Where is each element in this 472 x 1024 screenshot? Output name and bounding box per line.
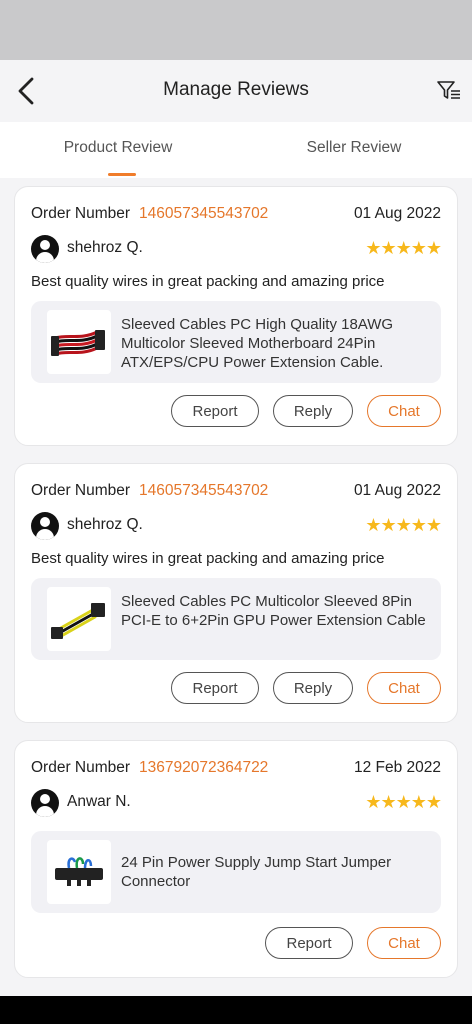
filter-list-icon <box>437 81 460 99</box>
avatar-icon <box>31 789 59 817</box>
system-navigation-bar <box>0 996 472 1024</box>
review-card: Order Number 136792072364722 12 Feb 2022… <box>14 740 458 978</box>
status-bar <box>0 0 472 60</box>
product-title: Sleeved Cables PC Multicolor Sleeved 8Pi… <box>121 593 426 629</box>
report-button[interactable]: Report <box>171 395 259 427</box>
product-box[interactable]: 24 Pin Power Supply Jump Start Jumper Co… <box>31 831 441 913</box>
report-button[interactable]: Report <box>265 927 353 959</box>
star-rating-icon: ★★★★★ <box>365 792 442 812</box>
product-box[interactable]: Sleeved Cables PC Multicolor Sleeved 8Pi… <box>31 578 441 660</box>
order-number-label: Order Number <box>31 205 131 222</box>
order-number-label: Order Number <box>31 759 131 776</box>
tab-seller-review[interactable]: Seller Review <box>236 122 472 178</box>
reply-button[interactable]: Reply <box>273 672 353 704</box>
review-list: Order Number 146057345543702 01 Aug 2022… <box>0 178 472 996</box>
reviewer-name: shehroz Q. <box>67 239 143 256</box>
reviewer-row: Anwar N. ★★★★★ <box>31 787 442 819</box>
action-buttons: Report Reply Chat <box>171 395 441 427</box>
product-title: 24 Pin Power Supply Jump Start Jumper Co… <box>121 854 392 890</box>
product-image <box>47 310 111 374</box>
review-date: 12 Feb 2022 <box>353 759 441 776</box>
chat-button[interactable]: Chat <box>367 395 441 427</box>
action-buttons: Report Reply Chat <box>171 672 441 704</box>
order-number-link[interactable]: 146057345543702 <box>139 205 268 223</box>
order-row: Order Number 146057345543702 01 Aug 2022 <box>31 482 441 504</box>
filter-button[interactable] <box>434 76 464 106</box>
order-number-label: Order Number <box>31 482 131 499</box>
order-row: Order Number 146057345543702 01 Aug 2022 <box>31 205 441 227</box>
product-image <box>47 587 111 651</box>
product-title: Sleeved Cables PC High Quality 18AWG Mul… <box>121 316 394 371</box>
avatar-icon <box>31 235 59 263</box>
reply-button[interactable]: Reply <box>273 395 353 427</box>
reviewer-row: shehroz Q. ★★★★★ <box>31 510 442 542</box>
order-row: Order Number 136792072364722 12 Feb 2022 <box>31 759 441 781</box>
review-date: 01 Aug 2022 <box>353 205 441 222</box>
review-text: Best quality wires in great packing and … <box>31 550 385 567</box>
review-date: 01 Aug 2022 <box>353 482 441 499</box>
reviewer-row: shehroz Q. ★★★★★ <box>31 233 442 265</box>
chat-button[interactable]: Chat <box>367 672 441 704</box>
order-number-link[interactable]: 136792072364722 <box>139 759 268 777</box>
review-tabs: Product Review Seller Review <box>0 122 472 178</box>
report-button[interactable]: Report <box>171 672 259 704</box>
product-box[interactable]: Sleeved Cables PC High Quality 18AWG Mul… <box>31 301 441 383</box>
review-card: Order Number 146057345543702 01 Aug 2022… <box>14 463 458 723</box>
tab-product-review[interactable]: Product Review <box>0 122 236 178</box>
app-header: Manage Reviews <box>0 60 472 122</box>
action-buttons: Report Chat <box>265 927 441 959</box>
reviewer-name: shehroz Q. <box>67 516 143 533</box>
review-card: Order Number 146057345543702 01 Aug 2022… <box>14 186 458 446</box>
active-tab-indicator <box>108 173 136 176</box>
star-rating-icon: ★★★★★ <box>365 238 442 258</box>
order-number-link[interactable]: 146057345543702 <box>139 482 268 500</box>
reviewer-name: Anwar N. <box>67 793 131 810</box>
avatar-icon <box>31 512 59 540</box>
review-text: Best quality wires in great packing and … <box>31 273 385 290</box>
star-rating-icon: ★★★★★ <box>365 515 442 535</box>
chat-button[interactable]: Chat <box>367 927 441 959</box>
product-image <box>47 840 111 904</box>
page-title: Manage Reviews <box>163 79 309 100</box>
